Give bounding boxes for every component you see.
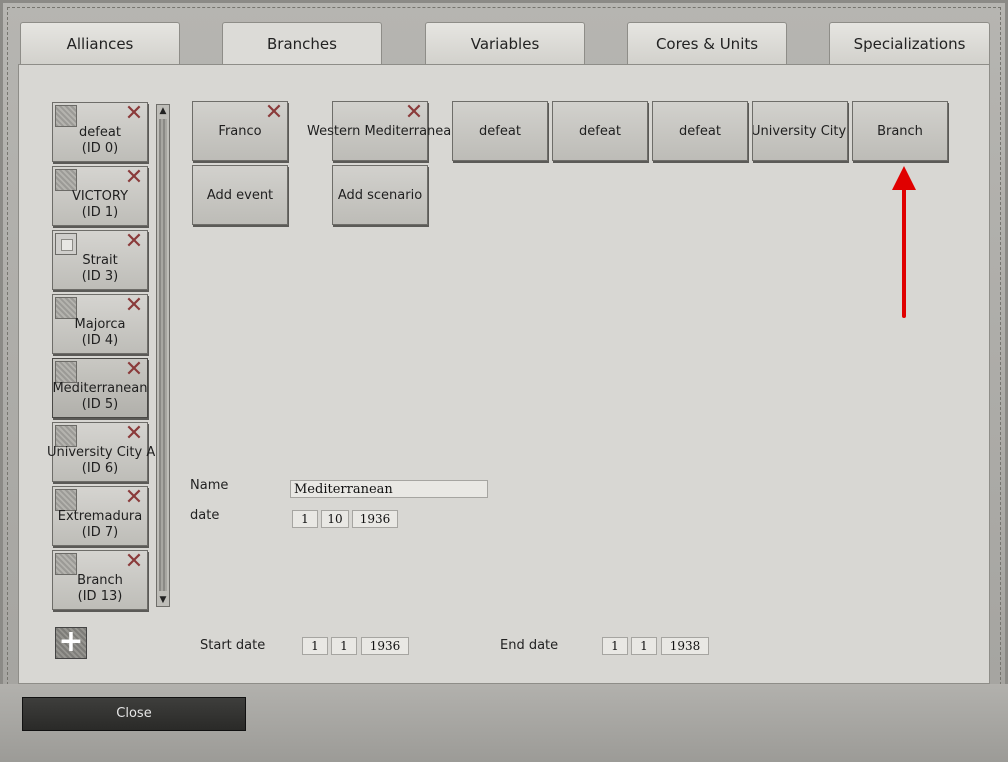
end-day-field[interactable]: 1 — [602, 637, 628, 655]
scroll-thumb[interactable] — [159, 119, 167, 591]
delete-icon[interactable]: ✕ — [123, 423, 145, 446]
list-item[interactable]: ✕ University City A (ID 6) — [47, 422, 155, 482]
date-month-field[interactable]: 10 — [321, 510, 349, 528]
list-item-id: (ID 1) — [81, 205, 119, 220]
end-year-field[interactable]: 1938 — [661, 637, 709, 655]
checkbox[interactable] — [55, 489, 77, 511]
list-item-label: Extremadura — [57, 509, 143, 524]
list-item-id: (ID 5) — [81, 397, 119, 412]
list-item-id: (ID 0) — [81, 141, 119, 156]
branch-button-university-city-b[interactable]: University City B — [752, 101, 848, 161]
start-month-field[interactable]: 1 — [331, 637, 357, 655]
list-item-label: VICTORY — [71, 189, 129, 204]
list-item-id: (ID 7) — [81, 525, 119, 540]
branch-label: defeat — [679, 124, 721, 139]
list-item-selected[interactable]: ✕ Mediterranean (ID 5) — [52, 358, 148, 418]
list-scrollbar[interactable]: ▲ ▼ — [156, 104, 170, 607]
list-item[interactable]: ✕ defeat (ID 0) — [52, 102, 148, 162]
delete-icon[interactable]: ✕ — [123, 231, 145, 254]
branch-label: defeat — [579, 124, 621, 139]
add-branch-button[interactable]: + — [55, 627, 87, 659]
delete-icon[interactable]: ✕ — [403, 102, 425, 125]
end-date-label: End date — [500, 638, 559, 653]
scenario-button-western-mediterranean[interactable]: Western Mediterranean ✕ — [307, 101, 460, 161]
list-item-id: (ID 6) — [81, 461, 119, 476]
checkbox[interactable] — [55, 297, 77, 319]
scroll-down-icon[interactable]: ▼ — [157, 594, 169, 606]
tab-alliances[interactable]: Alliances — [20, 22, 180, 64]
list-item[interactable]: ✕ Majorca (ID 4) — [52, 294, 148, 354]
list-item-label: University City A — [47, 445, 156, 460]
add-scenario-button[interactable]: Add scenario — [332, 165, 428, 225]
checkbox[interactable] — [55, 361, 77, 383]
tab-branches[interactable]: Branches — [222, 22, 382, 66]
delete-icon[interactable]: ✕ — [123, 103, 145, 126]
list-item-label: defeat — [79, 125, 121, 140]
list-item-label: Branch — [77, 573, 123, 588]
list-item-id: (ID 4) — [81, 333, 119, 348]
add-event-button[interactable]: Add event — [192, 165, 288, 225]
list-item-label: Mediterranean — [52, 381, 148, 396]
list-item[interactable]: ✕ VICTORY (ID 1) — [52, 166, 148, 226]
checkbox[interactable] — [55, 169, 77, 191]
scenario-label: Western Mediterranean — [307, 124, 460, 139]
name-label: Name — [190, 478, 229, 493]
add-event-label: Add event — [206, 188, 274, 203]
annotation-arrow-icon — [892, 166, 916, 318]
list-item[interactable]: ✕ Branch (ID 13) — [52, 550, 148, 610]
checkbox[interactable] — [55, 553, 77, 575]
checkbox[interactable] — [55, 425, 77, 447]
add-scenario-label: Add scenario — [337, 188, 423, 203]
branch-label: defeat — [479, 124, 521, 139]
branch-label: University City B — [752, 124, 847, 139]
list-item-label: Majorca — [74, 317, 126, 332]
checkbox[interactable] — [55, 105, 77, 127]
branch-button-defeat[interactable]: defeat — [452, 101, 548, 161]
end-month-field[interactable]: 1 — [631, 637, 657, 655]
start-date-label: Start date — [200, 638, 266, 653]
list-item[interactable]: ✕ Extremadura (ID 7) — [52, 486, 148, 546]
tab-variables[interactable]: Variables — [425, 22, 585, 64]
close-button[interactable]: Close — [22, 697, 246, 731]
delete-icon[interactable]: ✕ — [123, 167, 145, 190]
delete-icon[interactable]: ✕ — [263, 102, 285, 125]
delete-icon[interactable]: ✕ — [123, 551, 145, 574]
tab-cores-units[interactable]: Cores & Units — [627, 22, 787, 64]
date-label: date — [190, 508, 220, 523]
start-year-field[interactable]: 1936 — [361, 637, 409, 655]
event-button-franco[interactable]: Franco ✕ — [192, 101, 288, 161]
delete-icon[interactable]: ✕ — [123, 487, 145, 510]
start-day-field[interactable]: 1 — [302, 637, 328, 655]
list-item-label: Strait — [82, 253, 118, 268]
list-item[interactable]: ✕ Strait (ID 3) — [52, 230, 148, 290]
list-item-id: (ID 3) — [81, 269, 119, 284]
delete-icon[interactable]: ✕ — [123, 295, 145, 318]
date-day-field[interactable]: 1 — [292, 510, 318, 528]
date-year-field[interactable]: 1936 — [352, 510, 398, 528]
branch-button-branch[interactable]: Branch — [852, 101, 948, 161]
tab-specializations[interactable]: Specializations — [829, 22, 990, 64]
scroll-up-icon[interactable]: ▲ — [157, 105, 169, 117]
name-field[interactable]: Mediterranean — [290, 480, 488, 498]
list-item-id: (ID 13) — [77, 589, 123, 604]
plus-icon: + — [58, 624, 84, 659]
delete-icon[interactable]: ✕ — [123, 359, 145, 382]
branch-button-defeat[interactable]: defeat — [652, 101, 748, 161]
checkbox[interactable] — [55, 233, 77, 255]
branch-label: Branch — [877, 124, 923, 139]
branch-button-defeat[interactable]: defeat — [552, 101, 648, 161]
